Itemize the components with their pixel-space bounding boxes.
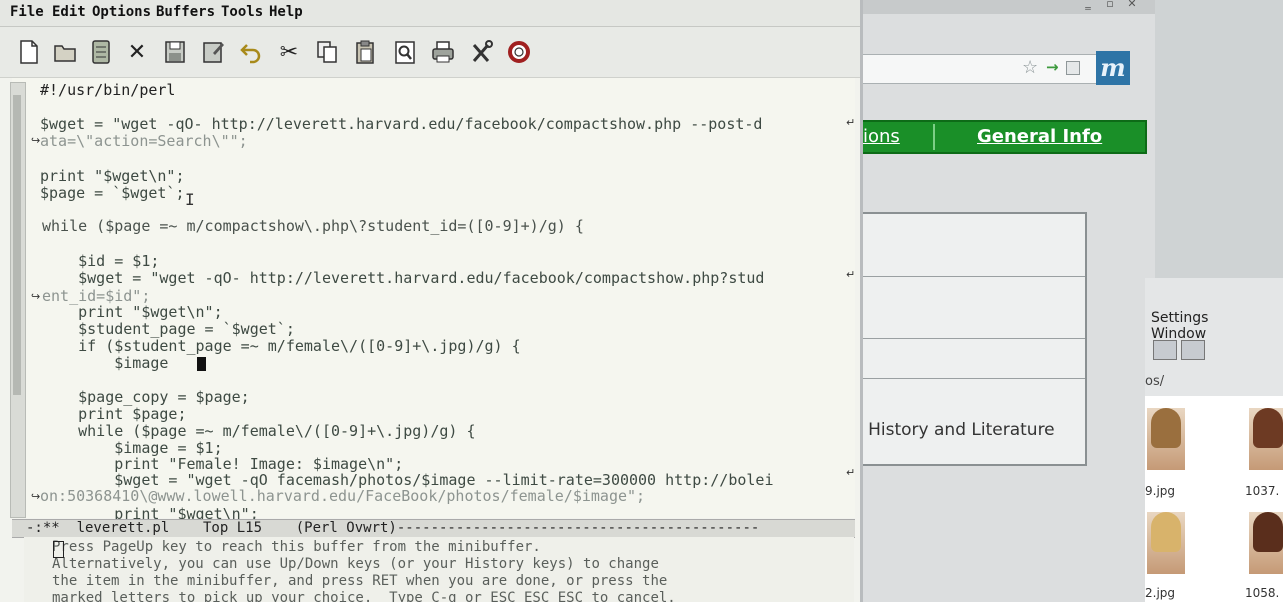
code-line: $wget = "wget -qO- http://leverett.harva… bbox=[42, 269, 765, 287]
help-line: marked letters to pick up your choice. T… bbox=[52, 590, 676, 602]
code-line: while ($page =~ m/female\/([0-9]+\.jpg)/… bbox=[42, 422, 476, 440]
emacs-window: File Edit Options Buffers Tools Help ✕ ✂ bbox=[0, 0, 863, 602]
photo-thumbnail[interactable] bbox=[1147, 408, 1185, 470]
preferences-icon[interactable] bbox=[467, 37, 497, 67]
mode-line[interactable]: -:** leverett.pl Top L15 (Perl Ovwrt)---… bbox=[12, 519, 855, 538]
browser-window: ‗ ▫ ✕ ☆ → m ions General Info : History … bbox=[855, 0, 1155, 602]
minibuffer-cursor bbox=[53, 541, 64, 558]
divider bbox=[857, 276, 1085, 277]
line-continuation-icon: ↵ bbox=[846, 116, 856, 129]
photo-thumbnail[interactable] bbox=[1147, 512, 1185, 574]
thumbnail-label: 1037. bbox=[1245, 484, 1280, 498]
maximize-icon[interactable]: ▫ bbox=[1103, 0, 1117, 10]
code-line: if ($student_page =~ m/female\/([0-9]+\.… bbox=[42, 337, 521, 355]
address-bar[interactable]: ☆ → bbox=[855, 54, 1097, 84]
save-as-icon[interactable] bbox=[198, 37, 228, 67]
new-file-icon[interactable] bbox=[14, 37, 44, 67]
open-folder-icon[interactable] bbox=[50, 37, 80, 67]
code-line: print "$wget\n"; bbox=[42, 303, 223, 321]
menu-help[interactable]: Help bbox=[269, 4, 303, 20]
location-path: os/ bbox=[1145, 374, 1165, 389]
code-line: $image bbox=[42, 354, 178, 372]
minimize-icon[interactable]: ‗ bbox=[1081, 0, 1095, 10]
photo-thumbnail[interactable] bbox=[1249, 408, 1283, 470]
code-line: $student_page = `$wget`; bbox=[42, 320, 295, 338]
paste-icon[interactable] bbox=[350, 37, 380, 67]
nav-link-options[interactable]: ions bbox=[863, 126, 900, 147]
bookmark-star-icon[interactable]: ☆ bbox=[1022, 57, 1038, 78]
thumbnail-label: 9.jpg bbox=[1145, 484, 1176, 498]
code-line: $id = $1; bbox=[42, 252, 160, 270]
menu-settings[interactable]: Settings bbox=[1151, 310, 1208, 326]
vertical-scrollbar[interactable] bbox=[10, 82, 26, 518]
menu-edit[interactable]: Edit bbox=[52, 4, 86, 20]
close-icon[interactable]: ✕ bbox=[1125, 0, 1139, 10]
emacs-menubar: File Edit Options Buffers Tools Help bbox=[0, 0, 860, 27]
code-line: $page = `$wget`; bbox=[40, 184, 185, 202]
line-continuation-icon: ↵ bbox=[846, 268, 856, 281]
code-line: on:50368410\@www.lowell.harvard.edu/Face… bbox=[40, 487, 646, 505]
code-line: while ($page =~ m/compactshow\.php\?stud… bbox=[42, 217, 584, 235]
concentration-text: : History and Literature bbox=[857, 420, 1055, 440]
site-navbar: ions General Info bbox=[855, 120, 1147, 154]
divider bbox=[857, 378, 1085, 379]
code-line: #!/usr/bin/perl bbox=[40, 81, 176, 99]
view-list-icon[interactable] bbox=[1153, 340, 1177, 360]
help-line: Alternatively, you can use Up/Down keys … bbox=[52, 556, 659, 572]
file-manager-menubar: Settings Window bbox=[1151, 310, 1283, 342]
line-continuation-icon: ↪ bbox=[31, 490, 41, 503]
code-line: print $page; bbox=[42, 405, 187, 423]
file-manager-window: Settings Window os/ 9.jpg 1037. 2.jpg 10… bbox=[1145, 278, 1283, 602]
view-thumbnails-icon[interactable] bbox=[1181, 340, 1205, 360]
line-continuation-icon: ↪ bbox=[31, 290, 41, 303]
code-line: $wget = "wget -qO- http://leverett.harva… bbox=[40, 115, 763, 133]
dired-icon[interactable] bbox=[86, 37, 116, 67]
divider bbox=[857, 338, 1085, 339]
site-logo[interactable]: m bbox=[1096, 51, 1130, 85]
scrollbar-thumb[interactable] bbox=[13, 95, 21, 395]
code-line: $page_copy = $page; bbox=[42, 388, 250, 406]
close-icon[interactable]: ✕ bbox=[122, 37, 152, 67]
go-arrow-icon[interactable]: → bbox=[1046, 58, 1059, 76]
copy-icon[interactable] bbox=[312, 37, 342, 67]
nav-separator bbox=[933, 124, 935, 150]
menu-buffers[interactable]: Buffers bbox=[156, 4, 215, 20]
mouse-ibeam-cursor: I bbox=[185, 190, 195, 209]
thumbnail-grid: 9.jpg 1037. 2.jpg 1058. bbox=[1145, 396, 1283, 602]
code-line: ata=\"action=Search\""; bbox=[40, 132, 248, 150]
print-icon[interactable] bbox=[428, 37, 458, 67]
photo-thumbnail[interactable] bbox=[1249, 512, 1283, 574]
search-icon[interactable] bbox=[390, 37, 420, 67]
help-line: Press PageUp key to reach this buffer fr… bbox=[52, 539, 541, 555]
undo-icon[interactable] bbox=[236, 37, 266, 67]
thumbnail-label: 1058. bbox=[1245, 586, 1280, 600]
thumbnail-label: 2.jpg bbox=[1145, 586, 1176, 600]
menu-options[interactable]: Options bbox=[92, 4, 151, 20]
help-line: the item in the minibuffer, and press RE… bbox=[52, 573, 668, 589]
text-cursor bbox=[197, 357, 206, 371]
menu-file[interactable]: File bbox=[10, 4, 44, 20]
emacs-toolbar: ✕ ✂ bbox=[0, 27, 860, 78]
line-continuation-icon: ↵ bbox=[846, 466, 856, 479]
help-icon[interactable] bbox=[504, 37, 534, 67]
code-line: print "$wget\n"; bbox=[40, 167, 185, 185]
save-icon[interactable] bbox=[160, 37, 190, 67]
dropdown-icon[interactable] bbox=[1066, 61, 1080, 75]
line-continuation-icon: ↪ bbox=[31, 134, 41, 147]
menu-tools[interactable]: Tools bbox=[221, 4, 263, 20]
browser-titlebar: ‗ ▫ ✕ bbox=[855, 0, 1155, 14]
minibuffer-completions[interactable]: Press PageUp key to reach this buffer fr… bbox=[24, 537, 854, 602]
mode-line-text: -:** leverett.pl Top L15 (Perl Ovwrt)---… bbox=[26, 520, 760, 536]
nav-link-general-info[interactable]: General Info bbox=[977, 126, 1102, 147]
cut-icon[interactable]: ✂ bbox=[274, 37, 304, 67]
info-panel: : History and Literature bbox=[855, 212, 1087, 466]
